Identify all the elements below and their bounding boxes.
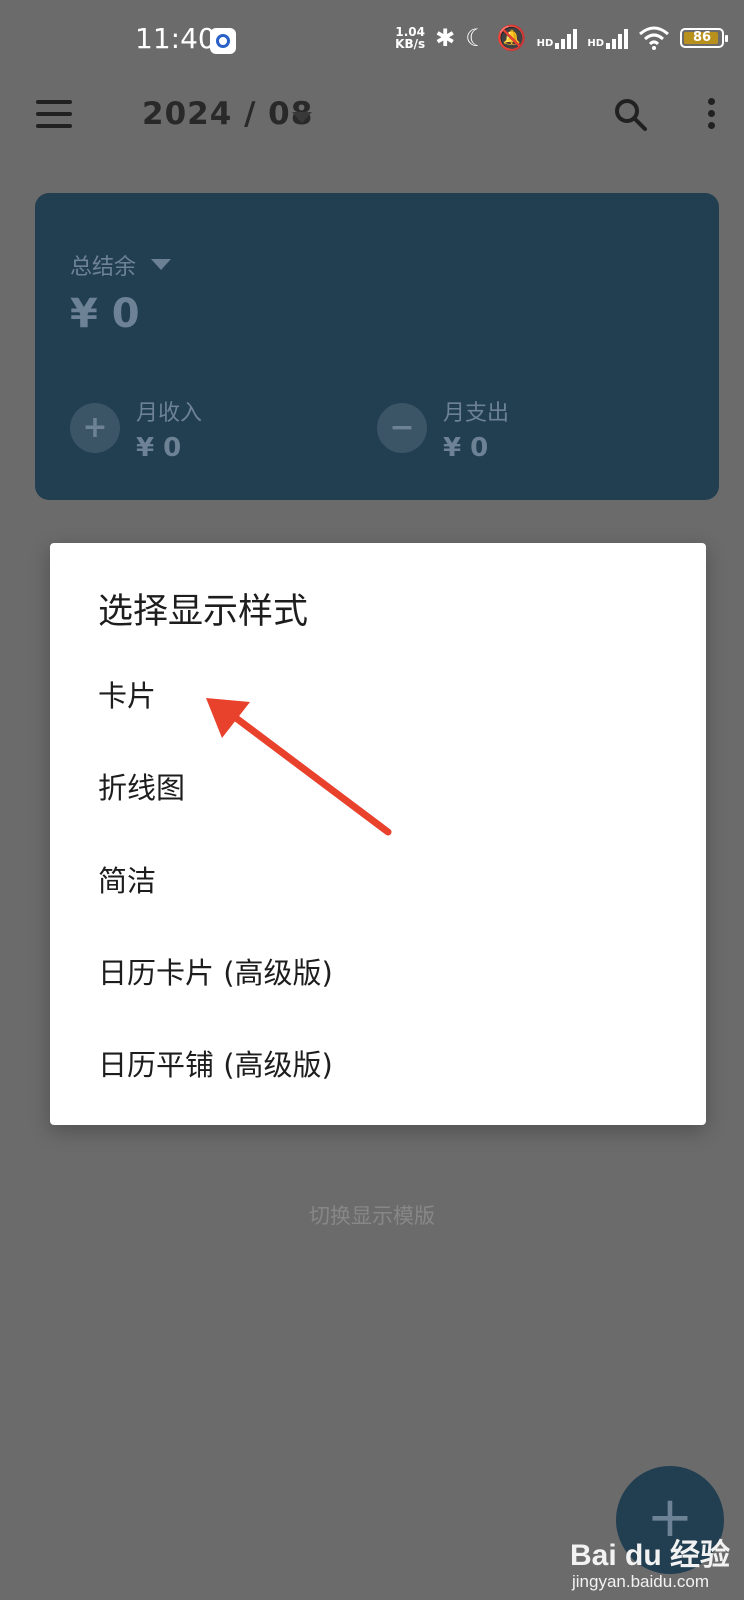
network-speed: 1.04 KB/s xyxy=(395,26,425,50)
signal-2: HD xyxy=(587,27,628,49)
hd-label-1: HD xyxy=(536,38,554,49)
balance-label[interactable]: 总结余 xyxy=(70,249,136,281)
option-calendar-tile[interactable]: 日历平铺 (高级版) xyxy=(98,1042,333,1084)
display-style-dialog: 选择显示样式 卡片 折线图 简洁 日历卡片 (高级版) 日历平铺 (高级版) xyxy=(50,543,706,1125)
network-speed-unit: KB/s xyxy=(395,37,426,51)
income-value: ¥ 0 xyxy=(136,433,182,463)
signal-1: HD xyxy=(537,27,578,49)
mute-bell-icon: 🔕 xyxy=(496,24,527,52)
dialog-title: 选择显示样式 xyxy=(98,592,309,632)
moon-icon: ☾ xyxy=(465,24,487,52)
option-calendar-card[interactable]: 日历卡片 (高级版) xyxy=(98,950,333,992)
switch-template-link[interactable]: 切换显示模版 xyxy=(0,1200,744,1230)
month-dropdown-icon[interactable] xyxy=(292,112,312,123)
status-bar: 11:40 1.04 KB/s ✱ ☾ 🔕 HD HD 86 xyxy=(0,0,744,80)
search-icon[interactable] xyxy=(612,96,648,132)
option-simple[interactable]: 简洁 xyxy=(98,858,156,900)
battery-level: 86 xyxy=(692,30,712,45)
bluetooth-icon: ✱ xyxy=(435,24,456,52)
battery-icon: 86 xyxy=(680,28,728,48)
hd-label-2: HD xyxy=(587,38,604,49)
more-options-icon[interactable] xyxy=(706,98,716,134)
expense-label: 月支出 xyxy=(443,401,510,426)
income-label: 月收入 xyxy=(136,401,203,426)
baidu-watermark: Bai du 经验 jingyan.baidu.com xyxy=(568,1530,738,1600)
status-time: 11:40 xyxy=(135,22,216,55)
expense-minus-icon: − xyxy=(377,403,427,453)
summary-card: 总结余 ¥ 0 + 月收入 ¥ 0 − 月支出 ¥ 0 xyxy=(35,193,719,500)
balance-value: ¥ 0 xyxy=(70,291,140,337)
app-notification-icon xyxy=(210,28,236,54)
signal-bars-icon xyxy=(555,27,578,49)
expense-value: ¥ 0 xyxy=(443,433,489,463)
menu-icon[interactable] xyxy=(36,100,72,128)
option-line-chart[interactable]: 折线图 xyxy=(98,765,185,807)
signal-bars-icon xyxy=(606,27,628,49)
option-card[interactable]: 卡片 xyxy=(98,673,156,715)
month-selector[interactable]: 2024 / 08 xyxy=(142,96,313,132)
income-plus-icon: + xyxy=(70,403,120,453)
watermark-url: jingyan.baidu.com xyxy=(572,1572,710,1591)
status-icons: 1.04 KB/s ✱ ☾ 🔕 HD HD 86 xyxy=(395,24,728,52)
wifi-icon xyxy=(639,26,669,50)
balance-dropdown-icon[interactable] xyxy=(151,259,171,270)
watermark-logo: Bai du 经验 xyxy=(570,1539,731,1572)
